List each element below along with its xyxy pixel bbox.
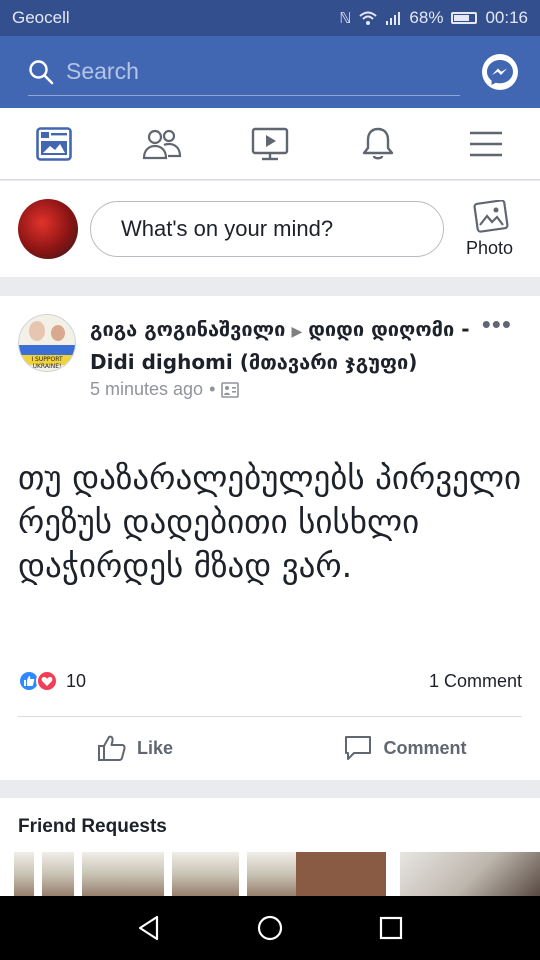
tab-news-feed[interactable] bbox=[24, 114, 84, 174]
arrow-right-icon: ▶ bbox=[291, 324, 303, 340]
author-name[interactable]: გიგა გოგინაშვილი bbox=[90, 317, 285, 341]
post-text: თუ დაზარალებულებს პირველი რეზუს დადებითი… bbox=[18, 458, 522, 585]
comment-label: Comment bbox=[383, 737, 467, 758]
video-icon bbox=[251, 127, 289, 160]
home-icon[interactable] bbox=[256, 914, 284, 942]
comment-count[interactable]: 1 Comment bbox=[429, 671, 522, 692]
whats-on-your-mind-input[interactable]: What's on your mind? bbox=[90, 201, 444, 257]
tab-notifications[interactable] bbox=[348, 114, 408, 174]
more-options-icon[interactable]: ••• bbox=[482, 311, 512, 337]
author-avatar[interactable]: I SUPPORT UKRAINE! bbox=[18, 314, 76, 372]
composer-prompt: What's on your mind? bbox=[121, 216, 334, 241]
post-timestamp[interactable]: 5 minutes ago bbox=[90, 379, 203, 400]
tab-menu[interactable] bbox=[456, 114, 516, 174]
meta-separator: • bbox=[209, 379, 216, 399]
status-composer: What's on your mind? Photo bbox=[0, 181, 540, 277]
nfc-icon: ℕ bbox=[339, 10, 352, 27]
search-icon bbox=[29, 59, 54, 84]
messenger-button[interactable] bbox=[482, 54, 518, 90]
status-icons: ℕ 68% 00:16 bbox=[339, 8, 528, 28]
hamburger-menu-icon bbox=[470, 131, 502, 156]
post-divider bbox=[18, 716, 522, 717]
tab-watch[interactable] bbox=[240, 114, 300, 174]
battery-percent: 68% bbox=[409, 8, 444, 27]
comment-button[interactable]: Comment bbox=[270, 722, 540, 774]
news-feed-icon bbox=[36, 126, 72, 161]
group-privacy-icon bbox=[221, 381, 240, 398]
comment-icon bbox=[345, 736, 372, 760]
photo-label: Photo bbox=[466, 237, 514, 258]
friends-icon bbox=[142, 129, 182, 159]
back-icon[interactable] bbox=[137, 915, 161, 941]
search-box[interactable] bbox=[28, 48, 460, 96]
reaction-count[interactable]: 10 bbox=[66, 671, 86, 692]
post-header: I SUPPORT UKRAINE! გიგა გოგინაშვილი ▶ დიდი… bbox=[18, 311, 522, 400]
love-reaction-icon[interactable] bbox=[36, 670, 58, 692]
messenger-icon bbox=[487, 60, 513, 85]
status-bar: Geocell ℕ 68% 00:16 bbox=[0, 0, 540, 36]
wifi-icon bbox=[359, 11, 378, 25]
battery-icon bbox=[451, 12, 478, 24]
top-search-bar bbox=[0, 36, 540, 108]
avatar-badge-text: I SUPPORT UKRAINE! bbox=[31, 356, 63, 370]
avatar[interactable] bbox=[18, 199, 78, 259]
tab-friends[interactable] bbox=[132, 114, 192, 174]
friend-requests-title: Friend Requests bbox=[18, 816, 167, 837]
bell-icon bbox=[362, 127, 394, 159]
feed-post: I SUPPORT UKRAINE! გიგა გოგინაშვილი ▶ დიდი… bbox=[0, 296, 540, 780]
carrier-name: Geocell bbox=[12, 8, 70, 27]
search-input[interactable] bbox=[66, 58, 460, 85]
android-nav-bar bbox=[0, 896, 540, 960]
thumbs-up-icon bbox=[97, 735, 126, 761]
main-nav-tabs bbox=[0, 108, 540, 180]
like-label: Like bbox=[136, 737, 174, 758]
recent-apps-icon[interactable] bbox=[379, 916, 403, 940]
clock: 00:16 bbox=[485, 8, 528, 27]
post-meta: 5 minutes ago • bbox=[90, 379, 522, 400]
signal-icon bbox=[386, 12, 401, 25]
photo-icon bbox=[473, 199, 509, 233]
like-button[interactable]: Like bbox=[0, 722, 270, 774]
post-actions: Like Comment bbox=[0, 722, 540, 774]
photo-button[interactable]: Photo bbox=[466, 199, 514, 259]
friend-requests-section: Friend Requests bbox=[0, 798, 540, 908]
reactions-bar: 10 1 Comment bbox=[18, 670, 522, 692]
author-line: გიგა გოგინაშვილი ▶ დიდი დიღომი - Didi digh… bbox=[90, 314, 470, 377]
post-header-text: გიგა გოგინაშვილი ▶ დიდი დიღომი - Didi digh… bbox=[90, 314, 522, 400]
